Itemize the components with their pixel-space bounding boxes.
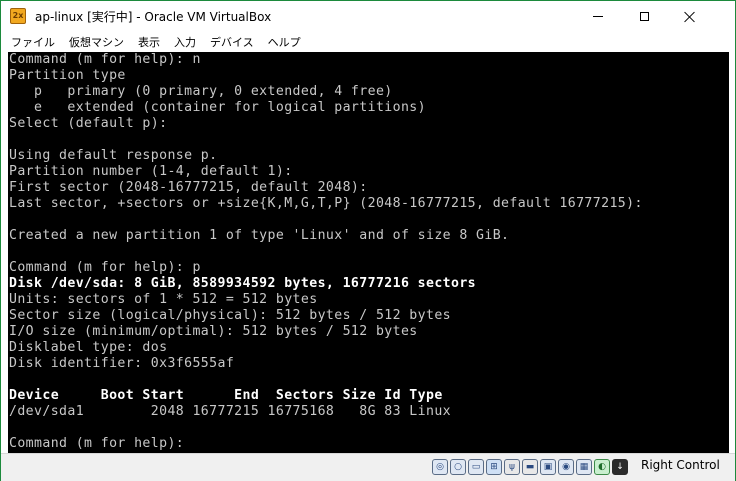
minimize-button[interactable] [575,1,621,32]
console-line: Units: sectors of 1 * 512 = 512 bytes [9,292,318,307]
title-bar[interactable]: 2x ap-linux [実行中] - Oracle VM VirtualBox [1,1,735,32]
maximize-icon [639,12,649,21]
menu-bar: ファイル 仮想マシン 表示 入力 デバイス ヘルプ [1,32,735,52]
console-line: Disk /dev/sda: 8 GiB, 8589934592 bytes, … [9,276,477,291]
console-line: Disk identifier: 0x3f6555af [9,356,235,371]
console-line: Partition number (1-4, default 1): [9,164,293,179]
menu-file[interactable]: ファイル [1,34,62,50]
vm-console-screen[interactable]: Command (m for help): n Partition type p … [8,52,729,453]
console-line: Using default response p. [9,148,218,163]
usb-icon[interactable]: ψ [504,459,520,475]
menu-devices[interactable]: デバイス [203,34,261,50]
menu-view[interactable]: 表示 [131,34,167,50]
console-line: Disklabel type: dos [9,340,168,355]
console-line: Command (m for help): n [9,52,201,67]
shared-folder-icon[interactable]: ▬ [522,459,538,475]
cd-rom-icon[interactable]: ○ [450,459,466,475]
optical-disk-icon[interactable]: ◎ [432,459,448,475]
maximize-button[interactable] [621,1,667,32]
console-line: Last sector, +sectors or +size{K,M,G,T,P… [9,196,643,211]
console-line: p primary (0 primary, 0 extended, 4 free… [9,84,393,99]
recording-icon[interactable]: ◉ [558,459,574,475]
hard-disk-icon[interactable]: ▭ [468,459,484,475]
console-line: Command (m for help): [9,436,185,451]
console-line: Select (default p): [9,116,168,131]
device-status-icons: ◎ ○ ▭ ⊞ ψ ▬ ▣ ◉ ▦ ◐ ↓ [432,459,628,475]
status-bar: ◎ ○ ▭ ⊞ ψ ▬ ▣ ◉ ▦ ◐ ↓ Right Control [1,453,735,481]
console-line: Device Boot Start End Sectors Size Id Ty… [9,388,443,403]
network-icon[interactable]: ⊞ [486,459,502,475]
console-line: Sector size (logical/physical): 512 byte… [9,308,451,323]
menu-machine[interactable]: 仮想マシン [62,34,131,50]
console-line: I/O size (minimum/optimal): 512 bytes / … [9,324,418,339]
virtualbox-app-icon: 2x [10,8,26,24]
console-line: Partition type [9,68,126,83]
mouse-integration-icon[interactable]: ◐ [594,459,610,475]
minimize-icon [593,16,603,17]
window-title: ap-linux [実行中] - Oracle VM VirtualBox [35,10,272,24]
menu-help[interactable]: ヘルプ [261,34,308,50]
keyboard-capture-icon[interactable]: ↓ [612,459,628,475]
menu-input[interactable]: 入力 [167,34,203,50]
display-icon[interactable]: ▣ [540,459,556,475]
console-line: Created a new partition 1 of type 'Linux… [9,228,510,243]
close-icon [684,11,696,23]
console-line: e extended (container for logical partit… [9,100,426,115]
console-line: /dev/sda1 2048 16777215 16775168 8G 83 L… [9,404,451,419]
console-line: Command (m for help): p [9,260,201,275]
host-key-label[interactable]: Right Control [641,458,720,472]
console-line: First sector (2048-16777215, default 204… [9,180,368,195]
virtualbox-window: 2x ap-linux [実行中] - Oracle VM VirtualBox… [0,0,736,481]
cpu-icon[interactable]: ▦ [576,459,592,475]
close-button[interactable] [667,1,713,32]
